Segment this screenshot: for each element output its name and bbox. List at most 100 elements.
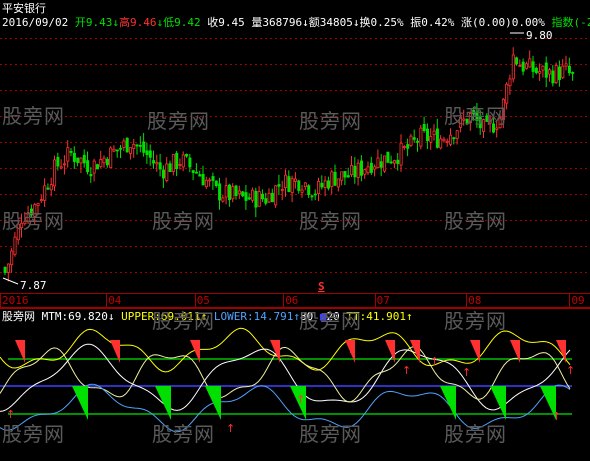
- candle-down: [198, 174, 202, 177]
- candle-down: [287, 176, 291, 192]
- candle-up: [419, 127, 423, 147]
- candle-up: [323, 180, 327, 188]
- lower-label: LOWER:: [213, 310, 254, 323]
- candle-up: [132, 144, 136, 149]
- candle-up: [508, 78, 512, 87]
- candle-up: [274, 185, 278, 206]
- upper-line: [0, 327, 571, 373]
- candle-up: [363, 169, 367, 175]
- candle-up: [181, 154, 185, 168]
- candle-down: [310, 195, 314, 198]
- candle-up: [432, 130, 436, 135]
- candle-down: [105, 158, 109, 166]
- candle-down: [379, 161, 383, 168]
- candle-down: [214, 180, 218, 186]
- candle-down: [247, 197, 251, 200]
- candle-down: [201, 173, 205, 186]
- candle-down: [567, 65, 571, 74]
- candle-down: [234, 185, 238, 197]
- candle-up: [293, 178, 297, 182]
- candle-up: [59, 166, 63, 169]
- candle-up: [449, 134, 453, 145]
- candle-down: [571, 72, 575, 74]
- candle-up: [445, 140, 449, 143]
- candle-up: [392, 160, 396, 164]
- watermark: 股旁网: [152, 422, 215, 446]
- candle-down: [3, 266, 7, 273]
- candle-down: [218, 183, 222, 201]
- candle-up: [224, 185, 228, 198]
- candle-up: [63, 163, 67, 166]
- watermark: 股旁网: [444, 209, 507, 233]
- candle-up: [128, 147, 132, 154]
- candle-down: [260, 193, 264, 200]
- candle-up: [122, 140, 126, 148]
- candle-up: [257, 191, 261, 207]
- candle-down: [264, 198, 268, 204]
- open-label: 开: [74, 16, 86, 29]
- candle-up: [538, 71, 542, 74]
- candle-up: [340, 171, 344, 181]
- candle-down: [152, 160, 156, 164]
- candle-down: [346, 175, 350, 178]
- quote-bar: 2016/09/02 开9.43↓高9.46↓低9.42 收9.45 量3687…: [2, 16, 590, 29]
- candle-up: [383, 155, 387, 172]
- candle-up: [79, 157, 83, 164]
- max-price-label: 9.80: [526, 29, 553, 42]
- candle-down: [425, 128, 429, 142]
- change-label: 涨: [460, 16, 472, 29]
- candle-down: [333, 171, 337, 186]
- candle-down: [307, 185, 311, 195]
- candle-down: [148, 150, 152, 158]
- candle-up: [317, 181, 321, 194]
- change-value: (0.00)0.00%: [471, 16, 545, 29]
- down-arrow-icon: ↓: [302, 16, 309, 29]
- down-arrow-icon: ↓: [107, 310, 115, 323]
- amplitude-label: 振: [410, 16, 422, 29]
- close-value: 9.45: [218, 16, 245, 29]
- sell-signal-bar: [155, 386, 171, 420]
- candle-down: [115, 149, 119, 152]
- candle-down: [452, 137, 456, 140]
- candle-up: [525, 63, 529, 69]
- amount-label: 额: [308, 16, 320, 29]
- candle-down: [138, 145, 142, 147]
- candle-up: [109, 147, 113, 168]
- sell-signal-bar: [440, 386, 456, 420]
- candle-up: [221, 197, 225, 202]
- volume-label: 量: [251, 16, 263, 29]
- price-candlestick-chart[interactable]: [0, 0, 590, 300]
- candle-down: [142, 141, 146, 153]
- candle-up: [13, 236, 17, 255]
- watermark: 股旁网: [444, 104, 507, 128]
- candle-down: [69, 150, 73, 153]
- candle-up: [402, 146, 406, 148]
- candle-down: [76, 157, 80, 163]
- candle-up: [561, 65, 565, 79]
- watermark: 股旁网: [444, 422, 507, 446]
- candle-down: [416, 140, 420, 143]
- month-tick: [283, 294, 285, 308]
- candle-up: [350, 164, 354, 176]
- signal-arrow-icon: ↑: [566, 364, 575, 377]
- candle-up: [155, 161, 159, 165]
- candle-down: [343, 171, 347, 178]
- candle-up: [300, 189, 304, 193]
- candle-down: [185, 153, 189, 157]
- event-marker[interactable]: S: [318, 280, 325, 293]
- month-label: 09: [571, 294, 585, 307]
- watermark: 股旁网: [2, 209, 65, 233]
- candle-down: [175, 152, 179, 169]
- candle-down: [534, 67, 538, 73]
- turnover-value: 0.25%: [370, 16, 404, 29]
- stock-chart-window: 平安银行 2016/09/02 开9.43↓高9.46↓低9.42 收9.45 …: [0, 0, 590, 461]
- month-label: 04: [108, 294, 122, 307]
- candle-up: [165, 163, 169, 182]
- sell-signal-bar: [490, 386, 506, 420]
- candle-down: [191, 170, 195, 173]
- candle-down: [313, 193, 317, 196]
- candle-down: [326, 180, 330, 189]
- close-label: 收: [207, 16, 219, 29]
- candle-up: [409, 135, 413, 146]
- candle-down: [56, 156, 60, 167]
